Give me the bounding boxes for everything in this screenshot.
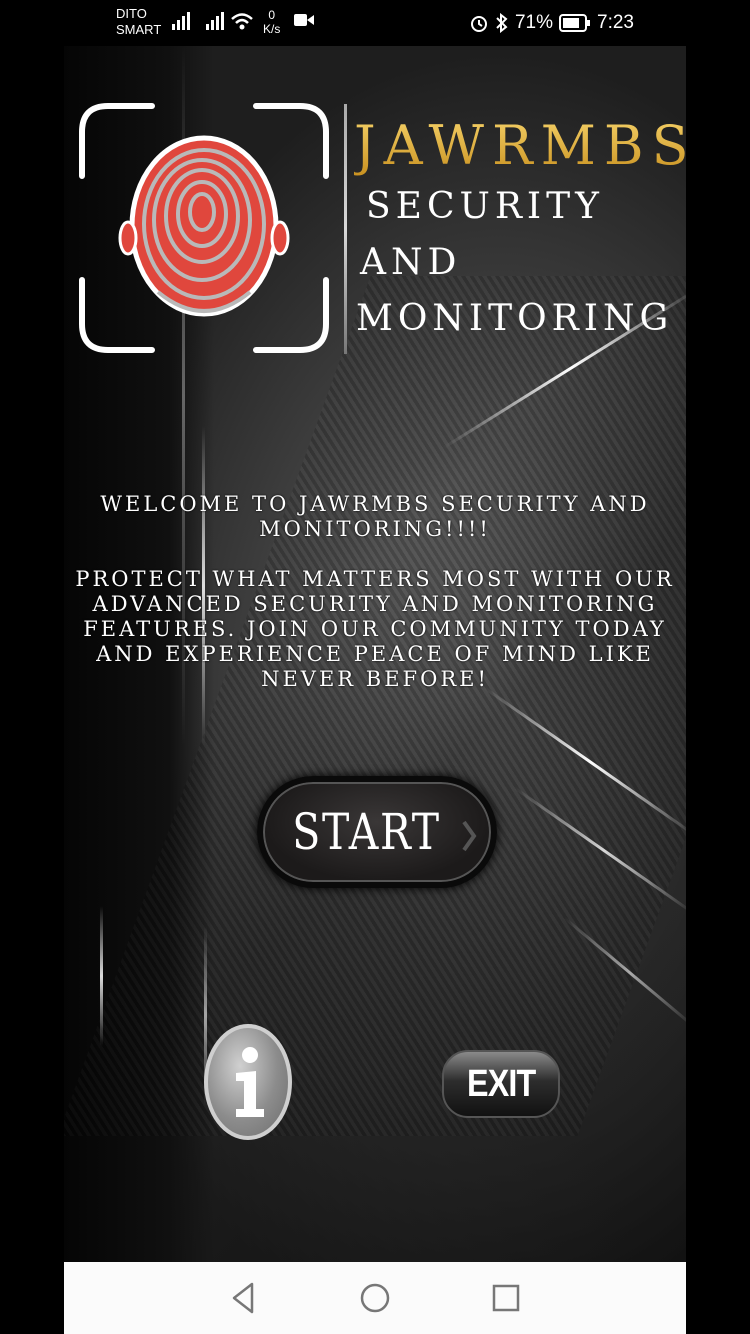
- welcome-body-line: ADVANCED SECURITY AND MONITORING: [92, 592, 658, 616]
- recents-square-icon[interactable]: [488, 1280, 524, 1316]
- net-speed: 0 K/s: [263, 8, 280, 36]
- welcome-heading: WELCOME TO JAWRMBS SECURITY AND MONITORI…: [64, 492, 686, 542]
- welcome-body-line: FEATURES. JOIN OUR COMMUNITY TODAY: [83, 617, 667, 641]
- brand-name: JAWRMBS: [354, 114, 686, 177]
- welcome-body-line: NEVER BEFORE!: [261, 667, 489, 691]
- start-button-label: START: [292, 803, 442, 861]
- welcome-body-line: AND EXPERIENCE PEACE OF MIND LIKE: [96, 642, 654, 666]
- battery-percent: 71%: [514, 12, 554, 33]
- clock: 7:23: [597, 12, 634, 33]
- welcome-heading-line: WELCOME TO JAWRMBS SECURITY AND: [100, 492, 650, 516]
- status-bar: DITO SMART 0 K/s 71% 7:23: [0, 0, 750, 46]
- signal-icon: [172, 12, 190, 30]
- light-streak-vertical: [100, 906, 103, 1046]
- brand-divider: [344, 104, 347, 354]
- welcome-body-line: PROTECT WHAT MATTERS MOST WITH OUR: [75, 567, 675, 591]
- fingerprint-logo-icon: [79, 103, 329, 353]
- bluetooth-icon: [496, 13, 508, 33]
- welcome-body: PROTECT WHAT MATTERS MOST WITH OUR ADVAN…: [64, 567, 686, 692]
- chevron-right-icon: [462, 820, 477, 852]
- carrier-line2: SMART: [116, 22, 162, 37]
- carrier-line1: DITO: [116, 6, 147, 21]
- brand-line-and: AND: [360, 242, 462, 283]
- exit-button-label: EXIT: [466, 1062, 536, 1105]
- signal-icon: [206, 12, 224, 30]
- info-icon: [236, 1047, 264, 1117]
- brand-line-monitoring: MONITORING: [356, 298, 674, 339]
- navigation-bar: [64, 1262, 686, 1334]
- carrier-label: DITO SMART: [116, 6, 161, 38]
- start-button[interactable]: START: [257, 776, 497, 888]
- back-triangle-icon[interactable]: [226, 1280, 262, 1316]
- net-speed-unit: K/s: [263, 22, 281, 36]
- video-icon: [294, 14, 314, 26]
- brand-line-security: SECURITY: [366, 186, 604, 227]
- info-button[interactable]: [204, 1024, 292, 1140]
- welcome-heading-line: MONITORING!!!!: [259, 517, 491, 541]
- status-right-group: 71% 7:23: [469, 12, 634, 34]
- battery-icon: [559, 14, 591, 32]
- net-speed-value: 0: [268, 8, 276, 22]
- alarm-icon: [470, 16, 487, 32]
- home-circle-icon[interactable]: [357, 1280, 393, 1316]
- exit-button[interactable]: EXIT: [442, 1050, 560, 1118]
- wifi-icon: [231, 13, 253, 30]
- splash-screen: JAWRMBS SECURITY AND MONITORING WELCOME …: [64, 46, 686, 1262]
